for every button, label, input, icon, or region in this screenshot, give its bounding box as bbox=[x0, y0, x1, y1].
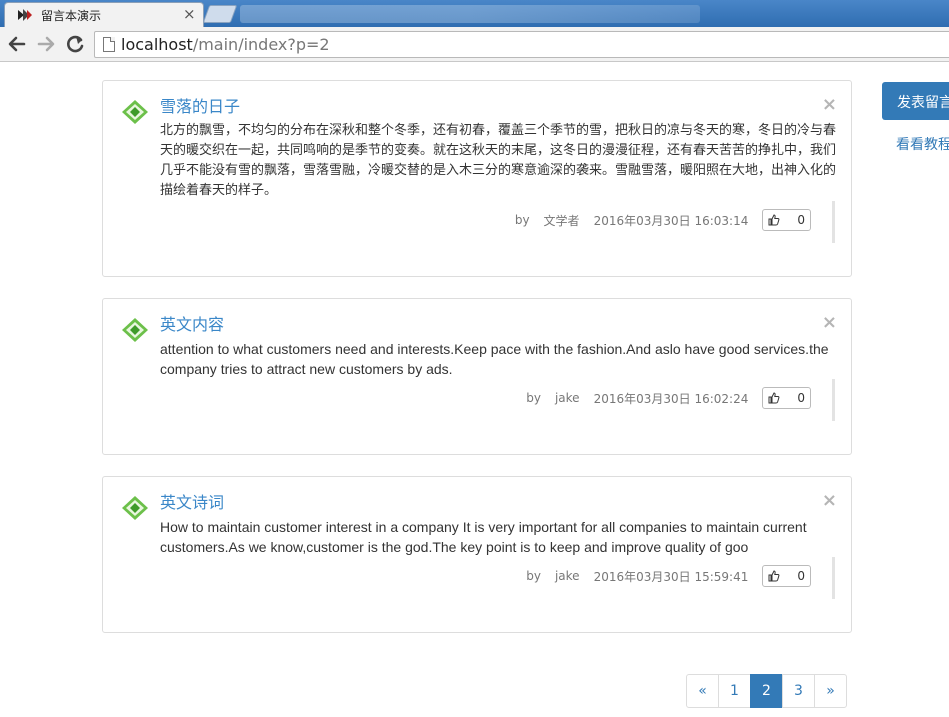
author-name: jake bbox=[554, 391, 580, 405]
message-card: 英文诗词 × How to maintain customer interest… bbox=[102, 476, 852, 633]
thumbs-up-icon bbox=[768, 214, 780, 226]
scroll-indicator bbox=[832, 557, 835, 599]
message-card: 雪落的日子 × 北方的飘雪，不均匀的分布在深秋和整个冬季，还有初春，覆盖三个季节… bbox=[102, 80, 852, 277]
by-label: by bbox=[526, 391, 541, 405]
page-content: 雪落的日子 × 北方的飘雪，不均匀的分布在深秋和整个冬季，还有初春，覆盖三个季节… bbox=[0, 63, 949, 717]
post-time: 2016年03月30日 16:03:14 bbox=[593, 213, 749, 228]
like-count: 0 bbox=[797, 213, 805, 227]
post-time: 2016年03月30日 16:02:24 bbox=[593, 391, 749, 406]
post-time: 2016年03月30日 15:59:41 bbox=[593, 569, 749, 584]
message-card: 英文内容 × attention to what customers need … bbox=[102, 298, 852, 455]
message-title[interactable]: 英文内容 bbox=[160, 311, 224, 335]
delete-icon[interactable]: × bbox=[822, 491, 837, 511]
url-path: /main/index?p=2 bbox=[192, 35, 330, 54]
browser-tab-title: 留言本演示 bbox=[41, 9, 102, 23]
leaf-logo-icon bbox=[122, 100, 148, 124]
pagination-page-2[interactable]: 2 bbox=[750, 674, 783, 708]
address-bar[interactable]: localhost/main/index?p=2 bbox=[94, 31, 949, 58]
back-arrow-icon[interactable] bbox=[6, 33, 28, 55]
like-button[interactable]: 0 bbox=[762, 565, 811, 587]
scroll-indicator bbox=[832, 201, 835, 243]
url-text[interactable]: localhost/main/index?p=2 bbox=[121, 35, 330, 54]
page-icon bbox=[103, 37, 115, 52]
thumbs-up-icon bbox=[768, 392, 780, 404]
forward-arrow-icon[interactable] bbox=[35, 33, 57, 55]
background-tab[interactable] bbox=[240, 5, 700, 23]
author-name: jake bbox=[554, 569, 580, 583]
browser-tab-active[interactable]: 留言本演示 × bbox=[4, 2, 204, 27]
like-button[interactable]: 0 bbox=[762, 387, 811, 409]
author-name: 文学者 bbox=[543, 213, 580, 228]
pagination-prev[interactable]: « bbox=[686, 674, 719, 708]
pagination-page-3[interactable]: 3 bbox=[782, 674, 815, 708]
pagination-page-1[interactable]: 1 bbox=[718, 674, 751, 708]
message-meta: by jake 2016年03月30日 16:02:24 0 bbox=[512, 386, 811, 410]
like-count: 0 bbox=[797, 569, 805, 583]
tutorial-link[interactable]: 看看教程 bbox=[896, 134, 949, 154]
message-title[interactable]: 英文诗词 bbox=[160, 489, 224, 513]
message-meta: by 文学者 2016年03月30日 16:03:14 0 bbox=[501, 208, 811, 232]
message-title[interactable]: 雪落的日子 bbox=[160, 93, 240, 117]
delete-icon[interactable]: × bbox=[822, 95, 837, 115]
pagination: « 1 2 3 » bbox=[686, 674, 847, 708]
message-meta: by jake 2016年03月30日 15:59:41 0 bbox=[512, 564, 811, 588]
by-label: by bbox=[514, 213, 530, 227]
leaf-logo-icon bbox=[122, 496, 148, 520]
like-count: 0 bbox=[797, 391, 805, 405]
pagination-next[interactable]: » bbox=[814, 674, 847, 708]
delete-icon[interactable]: × bbox=[822, 313, 837, 333]
message-body: 北方的飘雪，不均匀的分布在深秋和整个冬季，还有初春，覆盖三个季节的雪，把秋日的凉… bbox=[160, 123, 837, 198]
browser-toolbar: localhost/main/index?p=2 bbox=[0, 27, 949, 62]
message-body: How to maintain customer interest in a c… bbox=[160, 519, 807, 555]
message-body: attention to what customers need and int… bbox=[160, 341, 829, 377]
favicon-icon bbox=[18, 9, 32, 21]
by-label: by bbox=[526, 569, 541, 583]
leaf-logo-icon bbox=[122, 318, 148, 342]
browser-tabstrip: 留言本演示 × bbox=[0, 0, 949, 27]
new-tab-button[interactable] bbox=[202, 5, 238, 23]
like-button[interactable]: 0 bbox=[762, 209, 811, 231]
reload-icon[interactable] bbox=[64, 33, 86, 55]
tab-close-icon[interactable]: × bbox=[183, 5, 196, 23]
post-message-button[interactable]: 发表留言 bbox=[882, 82, 949, 120]
scroll-indicator bbox=[832, 379, 835, 421]
thumbs-up-icon bbox=[768, 570, 780, 582]
url-host: localhost bbox=[121, 35, 193, 54]
